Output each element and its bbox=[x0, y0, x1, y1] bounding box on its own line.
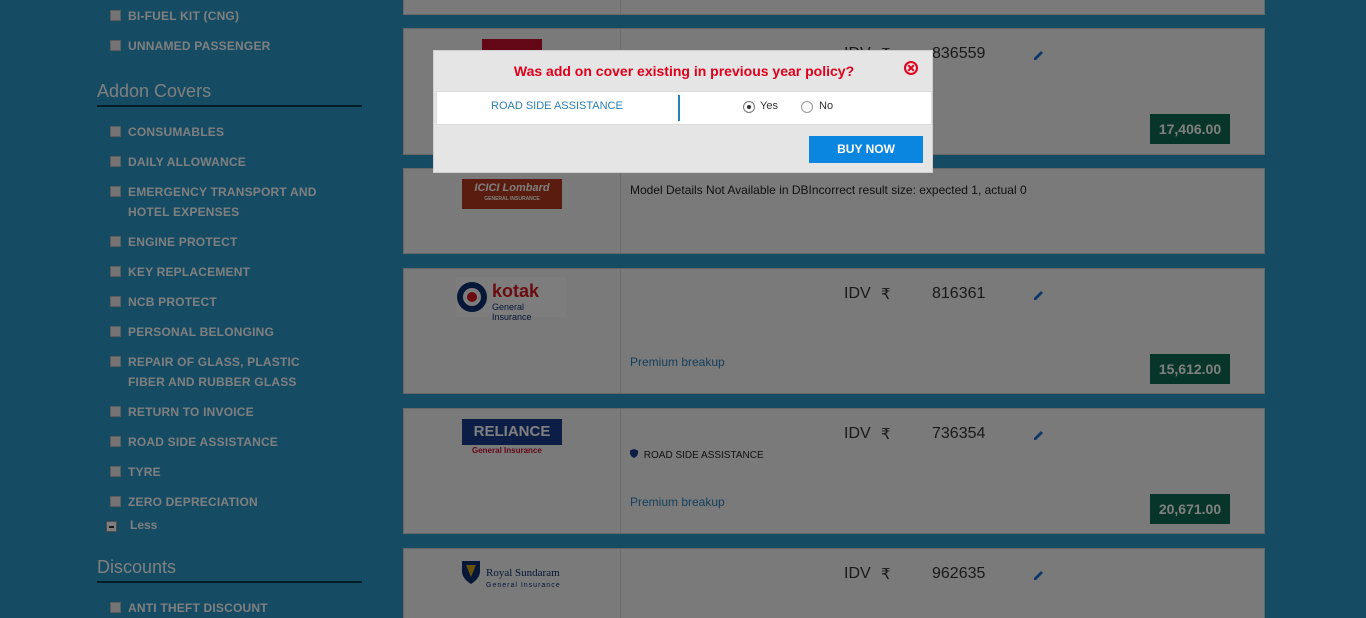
buy-now-button[interactable]: BUY NOW bbox=[809, 136, 923, 163]
row-separator bbox=[678, 95, 680, 121]
no-radio[interactable] bbox=[801, 101, 813, 113]
no-label[interactable]: No bbox=[819, 100, 833, 112]
yes-radio[interactable] bbox=[743, 101, 755, 113]
addon-question-row: ROAD SIDE ASSISTANCE Yes No bbox=[436, 91, 932, 125]
yes-label[interactable]: Yes bbox=[760, 100, 778, 112]
close-icon[interactable] bbox=[904, 61, 918, 75]
addon-name-label: ROAD SIDE ASSISTANCE bbox=[491, 100, 623, 112]
modal-title: Was add on cover existing in previous ye… bbox=[513, 63, 855, 79]
previous-policy-addon-modal: Was add on cover existing in previous ye… bbox=[433, 50, 933, 173]
